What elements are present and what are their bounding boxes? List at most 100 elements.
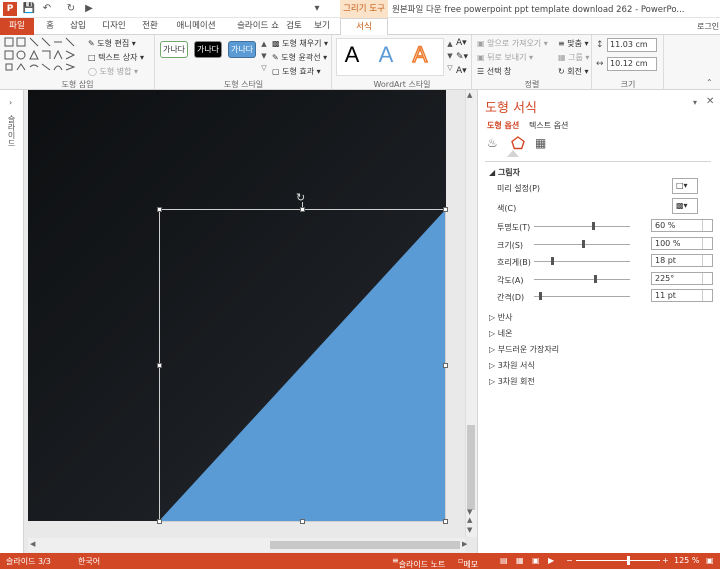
section-3d-rotation[interactable]: ▷ 3차원 회전: [489, 376, 535, 387]
vertical-scroll-thumb[interactable]: [467, 425, 475, 510]
shape-style-white[interactable]: 가나다: [160, 41, 188, 58]
zoom-out-icon[interactable]: −: [566, 556, 573, 565]
zoom-slider-thumb[interactable]: [627, 556, 630, 565]
resize-handle-top[interactable]: [300, 207, 305, 212]
zoom-in-icon[interactable]: +: [662, 556, 669, 565]
fill-line-icon[interactable]: ♨: [487, 136, 498, 150]
slide-thumbnails-pane[interactable]: [0, 90, 24, 553]
height-input[interactable]: 11.03 cm: [607, 38, 657, 52]
scroll-down-icon[interactable]: ▼: [467, 508, 472, 516]
angle-slider-thumb[interactable]: [594, 275, 597, 283]
section-3d-format[interactable]: ▷ 3차원 서식: [489, 360, 535, 371]
wordart-style-black[interactable]: A: [340, 42, 364, 68]
zoom-slider-track[interactable]: [576, 560, 660, 561]
save-icon[interactable]: 💾: [22, 2, 36, 16]
previous-slide-icon[interactable]: ▲: [467, 516, 472, 524]
section-shadow-header[interactable]: ◢ 그림자: [489, 167, 520, 178]
resize-handle-bottom[interactable]: [300, 519, 305, 524]
resize-handle-top-left[interactable]: [157, 207, 162, 212]
tab-file[interactable]: 파일: [0, 18, 34, 35]
next-slide-icon[interactable]: ▼: [467, 526, 472, 534]
shape-fill-button[interactable]: ▩ 도형 채우기 ▾: [272, 38, 328, 49]
tab-insert[interactable]: 삽입: [64, 18, 92, 35]
section-soft-edges[interactable]: ▷ 부드러운 가장자리: [489, 344, 559, 355]
tab-view[interactable]: 보기: [310, 18, 334, 35]
blur-slider[interactable]: [534, 261, 630, 262]
normal-view-icon[interactable]: ▤: [500, 556, 508, 565]
size-properties-icon[interactable]: ▦: [535, 136, 546, 150]
rotation-handle-icon[interactable]: ↻: [296, 191, 305, 204]
redo-icon[interactable]: ↻: [64, 2, 78, 16]
distance-slider[interactable]: [534, 296, 630, 297]
slideshow-view-icon[interactable]: ▶: [548, 556, 554, 565]
tab-format[interactable]: 서식: [340, 18, 388, 35]
slide-sorter-icon[interactable]: ▦: [516, 556, 524, 565]
fit-slide-icon[interactable]: ▣: [706, 556, 714, 565]
thumbnails-expand-icon[interactable]: ›: [9, 98, 12, 107]
language-indicator[interactable]: 한국어: [78, 556, 100, 567]
horizontal-scroll-thumb[interactable]: [270, 541, 460, 549]
shape-outline-button[interactable]: ✎ 도형 윤곽선 ▾: [272, 52, 327, 63]
resize-handle-top-right[interactable]: [443, 207, 448, 212]
wordart-style-orange[interactable]: A: [408, 41, 432, 68]
pane-close-icon[interactable]: ✕: [706, 96, 714, 107]
blur-spinbox[interactable]: 18 pt: [651, 254, 713, 267]
color-dropdown[interactable]: ▩▾: [672, 198, 698, 214]
tab-transitions[interactable]: 전환: [136, 18, 164, 35]
size-spinbox[interactable]: 100 %: [651, 237, 713, 250]
align-button[interactable]: ≡ 맞춤 ▾: [558, 38, 589, 49]
edit-shape-button[interactable]: ✎ 도형 편집 ▾: [88, 38, 136, 49]
login-link[interactable]: 로그인: [697, 21, 719, 32]
text-outline-icon[interactable]: ✎▾: [456, 52, 468, 62]
reading-view-icon[interactable]: ▣: [532, 556, 540, 565]
effects-icon[interactable]: [511, 136, 525, 150]
resize-handle-right[interactable]: [443, 363, 448, 368]
start-from-beginning-icon[interactable]: ▶: [82, 2, 96, 16]
shape-style-black[interactable]: 가나다: [194, 41, 222, 58]
notes-button[interactable]: ≡ 슬라이드 노트: [392, 556, 445, 569]
section-glow[interactable]: ▷ 네온: [489, 328, 512, 339]
section-reflection[interactable]: ▷ 반사: [489, 312, 512, 323]
text-fill-icon[interactable]: A▾: [456, 38, 467, 48]
collapse-ribbon-icon[interactable]: ⌃: [706, 78, 713, 87]
transparency-slider-thumb[interactable]: [592, 222, 595, 230]
tab-design[interactable]: 디자인: [96, 18, 132, 35]
transparency-slider[interactable]: [534, 226, 630, 227]
tab-text-options[interactable]: 텍스트 옵션: [529, 120, 568, 131]
size-slider-thumb[interactable]: [582, 240, 585, 248]
shape-style-scroll-icon[interactable]: ▲ ▼ ▽: [260, 38, 268, 74]
text-box-button[interactable]: □ 텍스트 상자 ▾: [88, 52, 144, 63]
tab-home[interactable]: 홈: [38, 18, 62, 35]
undo-icon[interactable]: ↶: [40, 2, 54, 16]
zoom-level[interactable]: 125 %: [674, 556, 699, 565]
shape-effects-button[interactable]: ▢ 도형 효과 ▾: [272, 66, 321, 77]
text-effects-icon[interactable]: A▾: [456, 66, 467, 76]
merge-shapes-button[interactable]: ◯ 도형 병합 ▾: [88, 66, 138, 77]
resize-handle-left[interactable]: [157, 363, 162, 368]
pane-options-icon[interactable]: ▾: [693, 98, 697, 107]
customize-qat-icon[interactable]: ▾: [310, 2, 324, 16]
blur-slider-thumb[interactable]: [551, 257, 554, 265]
wordart-scroll-icon[interactable]: ▲ ▼ ▽: [446, 38, 454, 74]
selection-pane-button[interactable]: ☰ 선택 창: [477, 66, 511, 77]
angle-slider[interactable]: [534, 279, 630, 280]
distance-spinbox[interactable]: 11 pt: [651, 289, 713, 302]
preset-dropdown[interactable]: □▾: [672, 178, 698, 194]
rotate-button[interactable]: ↻ 회전 ▾: [558, 66, 589, 77]
shape-gallery[interactable]: [4, 37, 84, 75]
scroll-left-icon[interactable]: ◀: [30, 540, 35, 548]
width-input[interactable]: 10.12 cm: [607, 57, 657, 71]
transparency-spinbox[interactable]: 60 %: [651, 219, 713, 232]
shape-style-blue[interactable]: 가나다: [228, 41, 256, 58]
scroll-up-icon[interactable]: ▲: [467, 91, 472, 99]
tab-review[interactable]: 검토: [280, 18, 308, 35]
comments-button[interactable]: ▫ 메모: [458, 556, 478, 569]
group-button[interactable]: ▦ 그룹 ▾: [558, 52, 589, 63]
resize-handle-bottom-left[interactable]: [157, 519, 162, 524]
bring-forward-button[interactable]: ▣ 앞으로 가져오기 ▾: [477, 38, 548, 49]
angle-spinbox[interactable]: 225°: [651, 272, 713, 285]
scroll-right-icon[interactable]: ▶: [462, 540, 467, 548]
distance-slider-thumb[interactable]: [539, 292, 542, 300]
tab-shape-options[interactable]: 도형 옵션: [487, 120, 519, 131]
tab-animations[interactable]: 애니메이션: [168, 18, 224, 35]
